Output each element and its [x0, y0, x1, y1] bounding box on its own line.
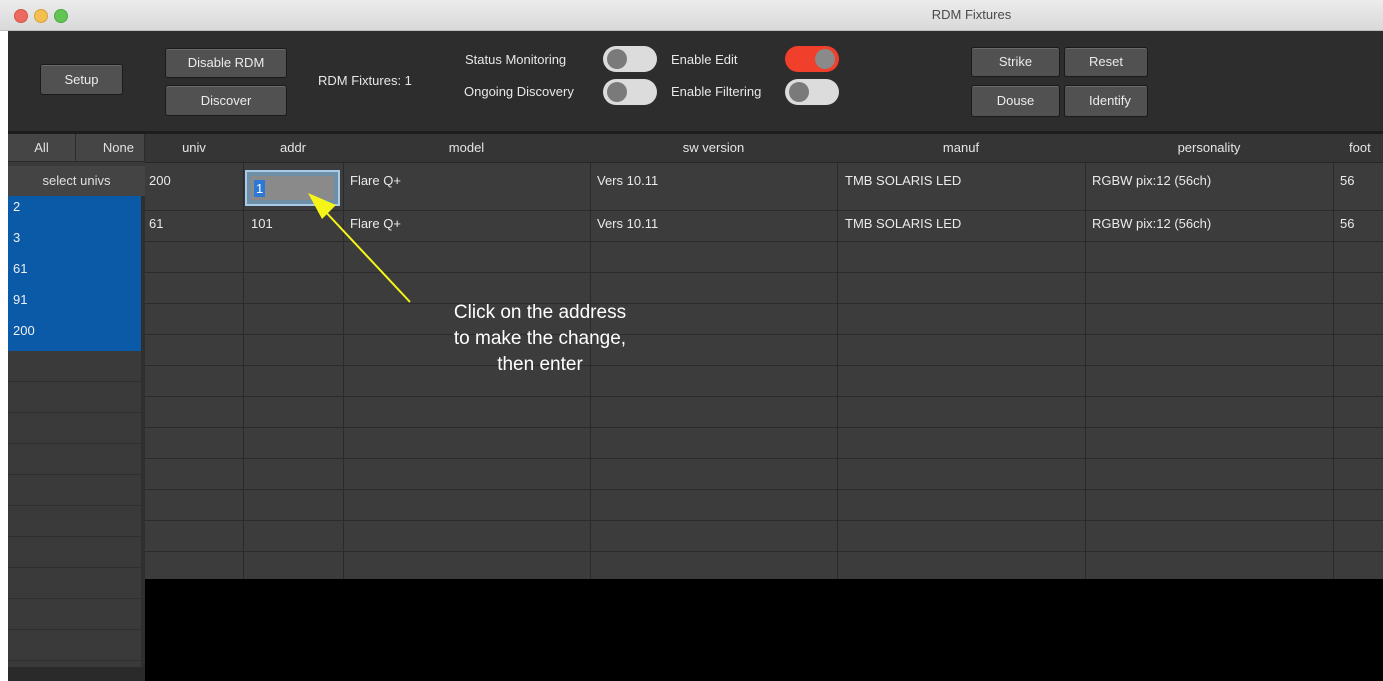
reset-button[interactable]: Reset — [1064, 47, 1148, 77]
discover-button[interactable]: Discover — [165, 85, 287, 116]
sidebar-footer — [8, 667, 145, 681]
row-divider — [145, 458, 1383, 459]
universe-empty-row — [8, 413, 141, 444]
universe-empty-row — [8, 630, 141, 661]
universe-empty-row — [8, 351, 141, 382]
cell-sw-version[interactable]: Vers 10.11 — [597, 173, 658, 188]
universe-empty-row — [8, 537, 141, 568]
window-title: RDM Fixtures — [931, 7, 1012, 22]
fixtures-count: RDM Fixtures: 1 — [318, 73, 412, 88]
universe-empty-row — [8, 506, 141, 537]
row-divider — [145, 520, 1383, 521]
cell-model[interactable]: Flare Q+ — [350, 173, 401, 188]
cell-personality[interactable]: RGBW pix:12 (56ch) — [1092, 216, 1211, 231]
cell-foot[interactable]: 56 — [1340, 216, 1354, 231]
column-header-univ[interactable]: univ — [145, 134, 243, 162]
column-divider — [1333, 162, 1334, 579]
addr-edit-inner[interactable]: 1 — [250, 175, 335, 201]
universe-empty-row — [8, 382, 141, 413]
row-divider — [145, 272, 1383, 273]
row-divider — [145, 241, 1383, 242]
column-header-personality[interactable]: personality — [1085, 134, 1333, 162]
cell-foot[interactable]: 56 — [1340, 173, 1354, 188]
universe-empty-row — [8, 475, 141, 506]
row-divider — [145, 489, 1383, 490]
column-header-model[interactable]: model — [343, 134, 590, 162]
ongoing-discovery-toggle[interactable] — [603, 79, 657, 105]
select-univs-header: select univs — [8, 166, 145, 197]
douse-button[interactable]: Douse — [971, 85, 1060, 117]
row-divider — [145, 427, 1383, 428]
fixtures-table: univ addr model sw version manuf persona… — [145, 134, 1383, 579]
cell-personality[interactable]: RGBW pix:12 (56ch) — [1092, 173, 1211, 188]
universe-empty-row — [8, 444, 141, 475]
cell-sw-version[interactable]: Vers 10.11 — [597, 216, 658, 231]
row-divider — [145, 334, 1383, 335]
column-divider — [343, 162, 344, 579]
column-header-foot[interactable]: foot — [1333, 134, 1383, 162]
column-header-addr[interactable]: addr — [243, 134, 343, 162]
toggle-knob — [815, 49, 835, 69]
universe-empty-row — [8, 568, 141, 599]
disable-rdm-button[interactable]: Disable RDM — [165, 48, 287, 78]
universe-empty-row — [8, 599, 141, 630]
enable-filtering-label: Enable Filtering — [671, 84, 762, 99]
identify-button[interactable]: Identify — [1064, 85, 1148, 117]
toggle-knob — [607, 49, 627, 69]
row-divider — [145, 551, 1383, 552]
toolbar: Setup Disable RDM Discover RDM Fixtures:… — [8, 31, 1383, 134]
addr-edit-field[interactable]: 1 — [245, 170, 340, 206]
cell-addr[interactable]: 101 — [251, 216, 273, 231]
select-all-button[interactable]: All — [8, 134, 76, 162]
status-monitoring-toggle[interactable] — [603, 46, 657, 72]
toggle-knob — [789, 82, 809, 102]
column-divider — [1085, 162, 1086, 579]
universe-item[interactable]: 3 — [8, 227, 141, 258]
column-divider — [243, 162, 244, 579]
enable-edit-label: Enable Edit — [671, 52, 738, 67]
universe-item[interactable]: 61 — [8, 258, 141, 289]
column-header-sw-version[interactable]: sw version — [590, 134, 837, 162]
universe-item[interactable]: 2 — [8, 196, 141, 227]
status-monitoring-label: Status Monitoring — [465, 52, 567, 67]
callout-line-1: Click on the address — [453, 302, 627, 323]
column-divider — [837, 162, 838, 579]
callout-line-2: to make the change, — [453, 328, 627, 349]
select-none-button[interactable]: None — [76, 134, 145, 162]
addr-edit-value[interactable]: 1 — [254, 180, 266, 197]
callout-line-3: then enter — [497, 354, 583, 375]
cell-model[interactable]: Flare Q+ — [350, 216, 401, 231]
column-header-manuf[interactable]: manuf — [837, 134, 1085, 162]
row-divider — [145, 396, 1383, 397]
callout-text: Click on the address to make the change,… — [395, 300, 685, 378]
app-body: Setup Disable RDM Discover RDM Fixtures:… — [8, 31, 1383, 681]
row-divider — [145, 365, 1383, 366]
empty-panel — [145, 579, 1383, 681]
cell-manuf[interactable]: TMB SOLARIS LED — [845, 216, 961, 231]
ongoing-discovery-label: Ongoing Discovery — [464, 84, 574, 99]
toggle-knob — [607, 82, 627, 102]
enable-edit-toggle[interactable] — [785, 46, 839, 72]
cell-manuf[interactable]: TMB SOLARIS LED — [845, 173, 961, 188]
enable-filtering-toggle[interactable] — [785, 79, 839, 105]
universe-sidebar: All None select univs 2 3 61 91 200 — [8, 134, 145, 681]
row-divider — [145, 210, 1383, 211]
universe-item[interactable]: 200 — [8, 320, 141, 351]
window-titlebar: RDM Fixtures — [0, 0, 1383, 31]
row-divider — [145, 303, 1383, 304]
universe-item[interactable]: 91 — [8, 289, 141, 320]
cell-univ[interactable]: 61 — [149, 216, 163, 231]
cell-univ[interactable]: 200 — [149, 173, 171, 188]
strike-button[interactable]: Strike — [971, 47, 1060, 77]
setup-button[interactable]: Setup — [40, 64, 123, 95]
